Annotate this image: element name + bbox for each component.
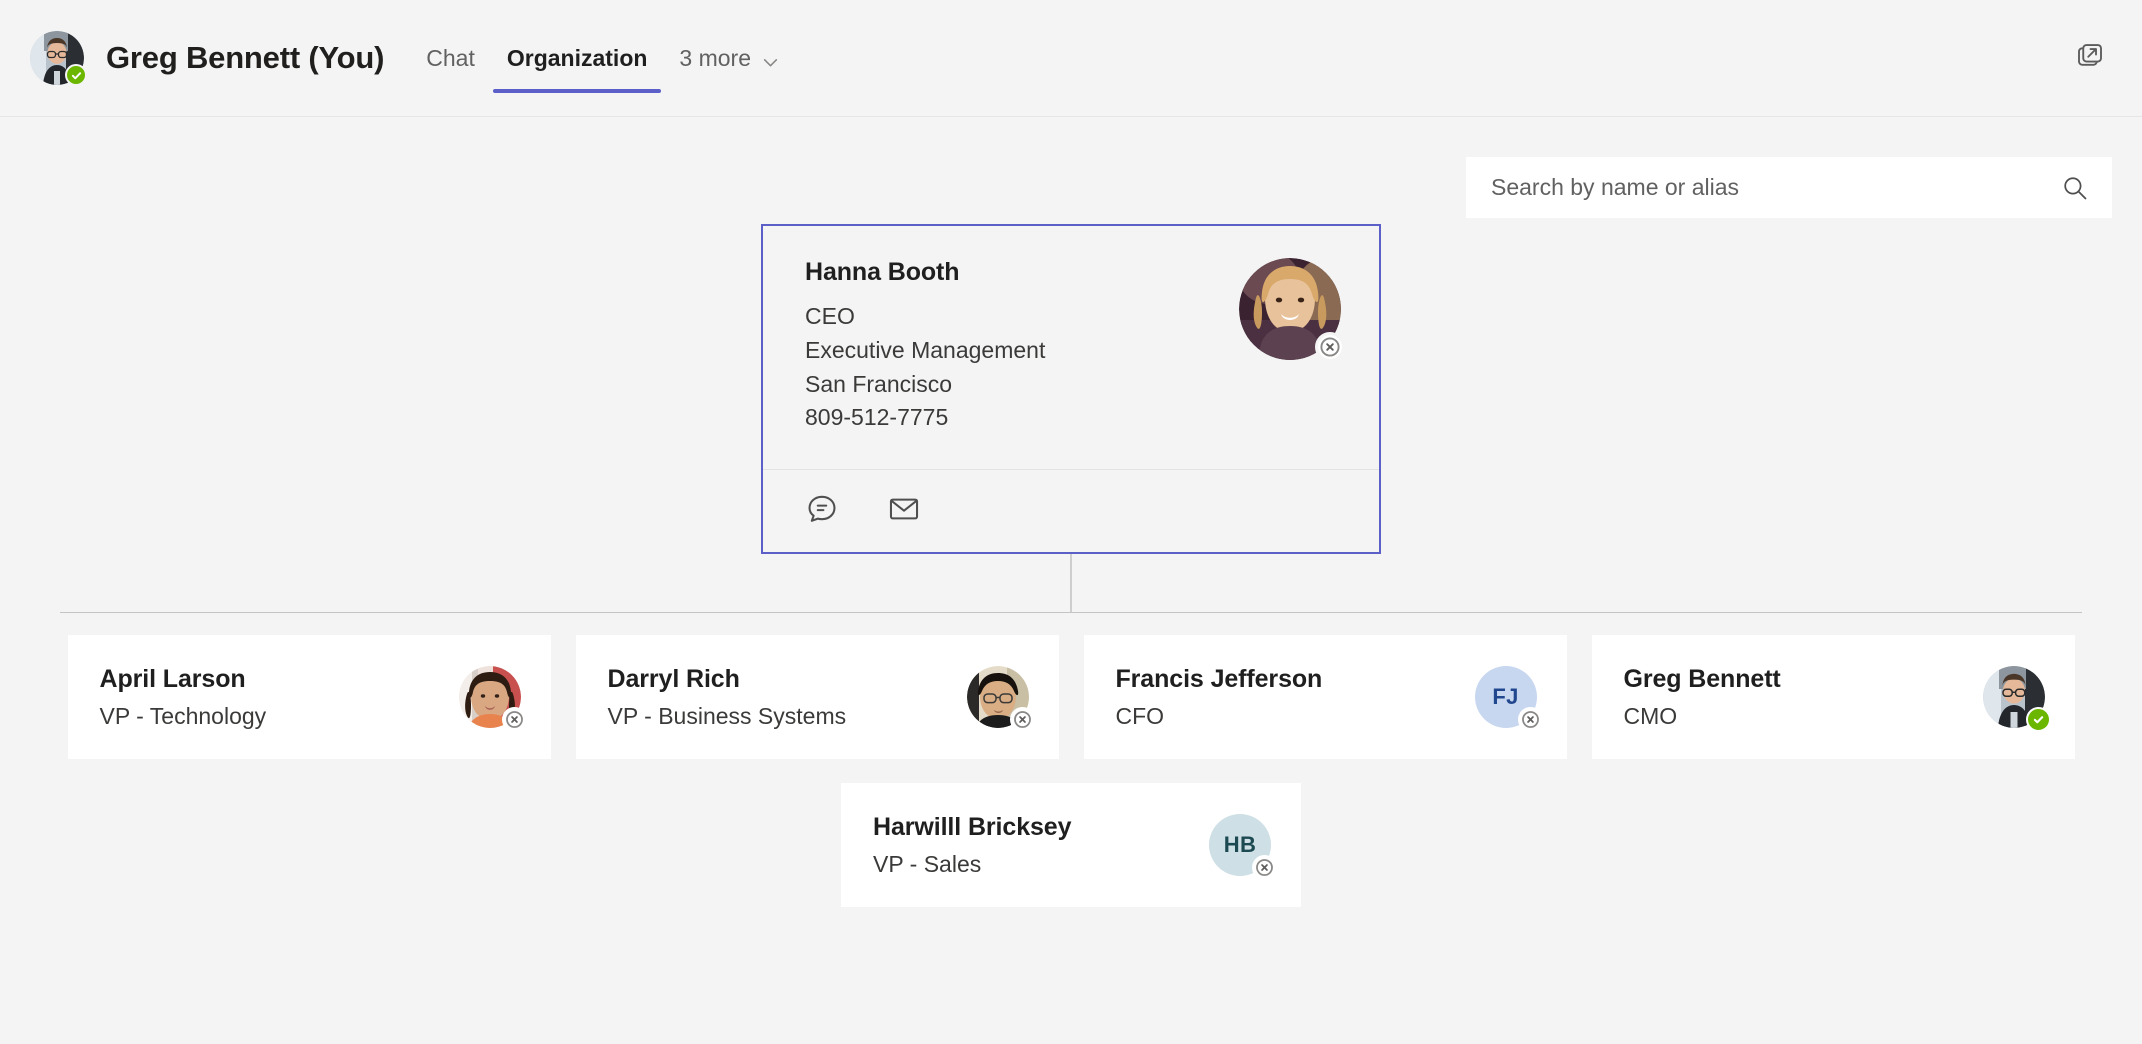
root-name: Hanna Booth <box>805 258 960 286</box>
root-card-body: Hanna Booth CEO Executive Management San… <box>763 226 1379 469</box>
search-input[interactable] <box>1491 174 2061 201</box>
root-row: Hanna Booth CEO Executive Management San… <box>0 224 2142 555</box>
status-badge-offline <box>1009 707 1035 733</box>
child-role: VP - Technology <box>99 702 267 729</box>
child-avatar: HB <box>1209 814 1277 881</box>
tab-more-menu[interactable]: 3 more <box>663 0 795 117</box>
tab-chat[interactable]: Chat <box>410 0 491 117</box>
child-role: CMO <box>1623 702 1678 729</box>
child-info: Darryl Rich VP - Business Systems <box>608 665 953 730</box>
page-title: Greg Bennett (You) <box>106 40 385 75</box>
child-name: Francis Jefferson <box>1115 664 1323 693</box>
org-card-darryl-rich[interactable]: Darryl Rich VP - Business Systems <box>575 635 1059 760</box>
child-role: VP - Sales <box>873 850 982 877</box>
connector-vertical <box>1070 554 1072 613</box>
org-card-april-larson[interactable]: April Larson VP - Technology <box>67 635 551 760</box>
envelope-icon[interactable] <box>887 492 921 526</box>
status-badge-offline <box>1252 855 1277 881</box>
org-card-harwilll-bricksey[interactable]: Harwilll Bricksey VP - Sales HB <box>841 783 1301 908</box>
header-avatar <box>30 31 87 86</box>
chevron-down-icon <box>762 50 779 67</box>
open-in-new-window-icon <box>2075 41 2105 76</box>
status-badge-offline <box>1517 707 1543 733</box>
root-card-info: Hanna Booth CEO Executive Management San… <box>805 258 1221 435</box>
child-role: CFO <box>1115 702 1165 729</box>
app-header: Greg Bennett (You) Chat Organization 3 m… <box>0 0 2142 117</box>
connector-trunk <box>0 554 2142 613</box>
child-name: Harwilll Bricksey <box>873 812 1072 841</box>
root-avatar <box>1239 258 1345 362</box>
child-role: VP - Business Systems <box>607 702 847 729</box>
child-avatar: FJ <box>1474 666 1543 733</box>
search-box[interactable] <box>1466 157 2112 218</box>
child-info: Greg Bennett CMO <box>1624 665 1969 730</box>
child-name: Greg Bennett <box>1623 664 1781 693</box>
open-in-new-window-button[interactable] <box>2068 36 2112 80</box>
root-department: Executive Management <box>805 336 1046 363</box>
child-info: April Larson VP - Technology <box>100 665 445 730</box>
tab-organization[interactable]: Organization <box>491 0 664 117</box>
tab-bar: Chat Organization 3 more <box>410 0 795 117</box>
root-phone: 809-512-7775 <box>805 404 949 431</box>
organization-chart: Hanna Booth CEO Executive Management San… <box>0 224 2142 908</box>
org-card-greg-bennett[interactable]: Greg Bennett CMO <box>1591 635 2075 760</box>
org-card-francis-jefferson[interactable]: Francis Jefferson CFO FJ <box>1083 635 1567 760</box>
root-role: CEO <box>805 303 855 329</box>
root-card-actions <box>763 469 1379 552</box>
children-row-1: April Larson VP - Technology Darryl Rich… <box>0 613 2142 760</box>
child-avatar <box>458 666 527 733</box>
child-avatar <box>966 666 1035 733</box>
child-info: Harwilll Bricksey VP - Sales <box>873 813 1195 878</box>
org-card-root[interactable]: Hanna Booth CEO Executive Management San… <box>761 224 1381 555</box>
search-icon[interactable] <box>2061 174 2089 202</box>
root-location: San Francisco <box>805 370 953 397</box>
search-row <box>0 117 2142 218</box>
child-name: Darryl Rich <box>607 664 740 693</box>
status-badge-available <box>2025 707 2051 733</box>
child-name: April Larson <box>99 664 246 693</box>
status-badge-offline <box>1315 332 1345 362</box>
child-avatar <box>1982 666 2051 733</box>
status-badge-offline <box>501 707 527 733</box>
chat-bubble-icon[interactable] <box>805 492 839 526</box>
status-badge-available <box>65 64 87 86</box>
tab-more-label: 3 more <box>679 44 752 71</box>
children-row-2: Harwilll Bricksey VP - Sales HB <box>0 759 2142 908</box>
child-info: Francis Jefferson CFO <box>1116 665 1461 730</box>
